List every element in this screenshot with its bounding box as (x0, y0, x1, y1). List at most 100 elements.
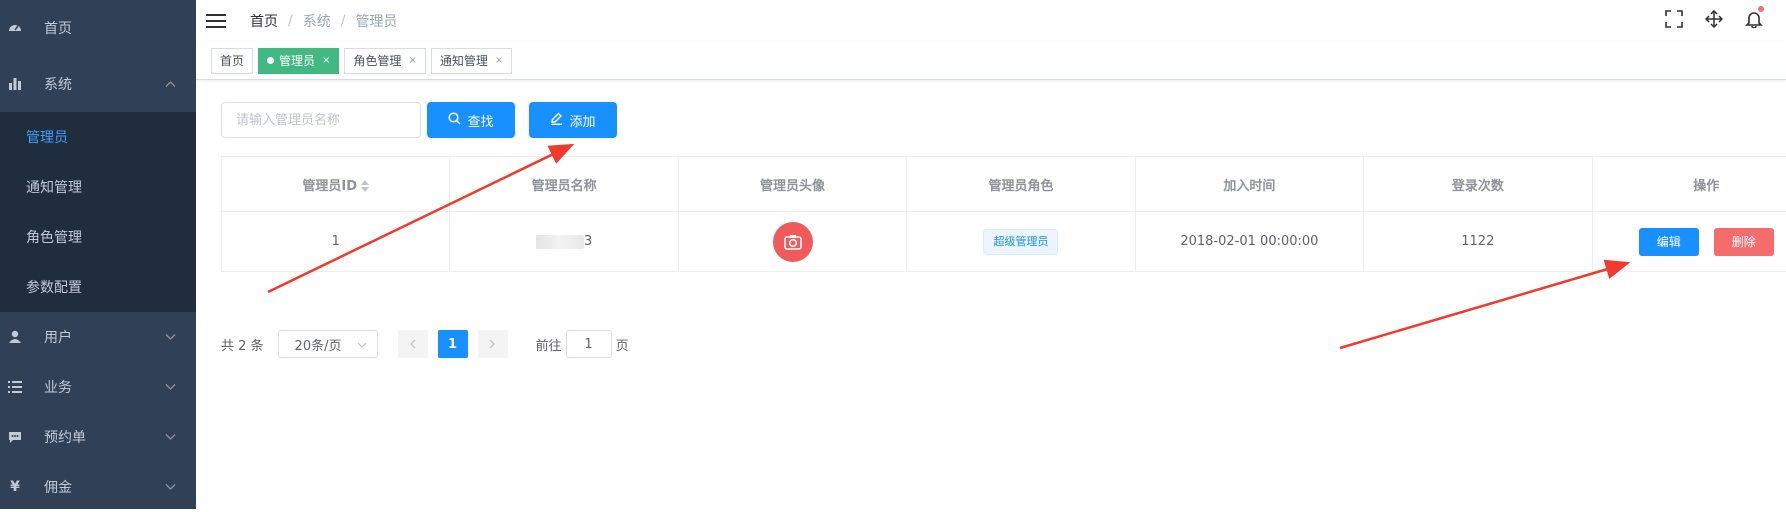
table-header-row: 管理员ID 管理员名称 管理员头像 管理员角色 加入时间 登录次数 操作 (222, 157, 1786, 212)
page-jump: 前往 页 (536, 330, 629, 358)
bar-chart-icon (8, 77, 22, 91)
close-icon[interactable]: × (495, 55, 503, 66)
column-header-avatar: 管理员头像 (678, 157, 906, 212)
goto-page-input[interactable] (566, 330, 612, 358)
sidebar-subitem-notice[interactable]: 通知管理 (0, 162, 196, 212)
cell-actions: 编辑 删除 (1592, 212, 1786, 272)
filter-bar: 查找 添加 (221, 102, 1761, 138)
active-dot (267, 57, 274, 64)
search-icon (448, 112, 461, 129)
bell-icon[interactable] (1744, 9, 1764, 29)
user-icon (8, 330, 22, 344)
chevron-down-icon (165, 431, 176, 444)
column-header-name: 管理员名称 (450, 157, 678, 212)
system-submenu: 管理员 通知管理 角色管理 参数配置 (0, 112, 196, 312)
sidebar-item-user[interactable]: 用户 (0, 312, 196, 362)
admin-table: 管理员ID 管理员名称 管理员头像 管理员角色 加入时间 登录次数 操作 1 3 (221, 156, 1786, 272)
sidebar-item-label: 系统 (44, 74, 72, 94)
notification-dot (1758, 6, 1764, 12)
chevron-down-icon (357, 337, 367, 352)
sidebar-item-label: 预约单 (44, 427, 86, 447)
breadcrumb-separator: / (341, 13, 346, 29)
delete-button[interactable]: 删除 (1714, 228, 1774, 256)
next-page-button[interactable] (478, 330, 508, 358)
navbar-actions (1664, 9, 1764, 29)
sidebar-subitem-roles[interactable]: 角色管理 (0, 212, 196, 262)
column-header-joined: 加入时间 (1135, 157, 1363, 212)
goto-suffix: 页 (616, 335, 629, 354)
breadcrumb-item: 系统 (303, 11, 331, 31)
sidebar-subitem-params[interactable]: 参数配置 (0, 262, 196, 312)
breadcrumb-item[interactable]: 首页 (250, 11, 278, 31)
name-suffix: 3 (584, 234, 592, 249)
tag-label: 通知管理 (440, 52, 488, 69)
cell-name: 3 (450, 212, 678, 272)
tag-label: 管理员 (279, 52, 315, 69)
edit-pen-icon (550, 112, 563, 129)
prev-page-button[interactable] (398, 330, 428, 358)
cell-avatar (678, 212, 906, 272)
tag-roles[interactable]: 角色管理 × (344, 48, 425, 74)
column-header-actions: 操作 (1592, 157, 1786, 212)
page-content: 查找 添加 管理员ID 管理员名称 管理员头像 管理员角色 加入时间 登录次数 … (196, 80, 1786, 380)
sort-caret-icon[interactable] (361, 180, 369, 192)
close-icon[interactable]: × (322, 55, 330, 66)
goto-prefix: 前往 (536, 335, 562, 354)
redacted-name (536, 235, 584, 249)
hamburger-icon[interactable] (206, 13, 228, 29)
chevron-down-icon (165, 381, 176, 394)
chevron-down-icon (165, 331, 176, 344)
edit-button[interactable]: 编辑 (1639, 228, 1699, 256)
drag-move-icon[interactable] (1704, 9, 1724, 29)
admin-name-search-input[interactable] (221, 102, 421, 138)
sidebar-item-system[interactable]: 系统 (0, 56, 196, 112)
list-icon (8, 380, 22, 394)
sidebar-item-label: 业务 (44, 377, 72, 397)
camera-icon (783, 232, 803, 252)
tag-admin[interactable]: 管理员 × (258, 48, 339, 74)
tag-label: 首页 (220, 52, 244, 69)
pagination-total: 共 2 条 (221, 335, 264, 354)
column-header-role: 管理员角色 (907, 157, 1135, 212)
sidebar-item-commission[interactable]: ¥ 佣金 (0, 462, 196, 512)
tag-home[interactable]: 首页 (211, 48, 253, 74)
column-header-id[interactable]: 管理员ID (222, 157, 450, 212)
column-header-logins: 登录次数 (1364, 157, 1592, 212)
breadcrumb: 首页 / 系统 / 管理员 (250, 11, 397, 31)
add-button[interactable]: 添加 (529, 102, 617, 138)
sidebar-item-label: 首页 (44, 18, 72, 38)
breadcrumb-item: 管理员 (355, 11, 397, 31)
tag-label: 角色管理 (353, 52, 401, 69)
page-number-current[interactable]: 1 (438, 330, 468, 358)
chevron-up-icon (165, 78, 176, 91)
cell-id: 1 (222, 212, 450, 272)
tag-notice[interactable]: 通知管理 × (431, 48, 512, 74)
sidebar-subitem-admin[interactable]: 管理员 (0, 112, 196, 162)
role-badge: 超级管理员 (983, 229, 1058, 255)
close-icon[interactable]: × (408, 55, 416, 66)
tags-view: 首页 管理员 × 角色管理 × 通知管理 × (196, 42, 1786, 80)
sidebar-item-label: 用户 (44, 327, 72, 347)
breadcrumb-separator: / (288, 13, 293, 29)
pagination: 共 2 条 20条/页 1 前往 页 (221, 330, 1761, 358)
sidebar-item-booking[interactable]: 预约单 (0, 412, 196, 462)
search-button[interactable]: 查找 (427, 102, 515, 138)
page-size-value: 20条/页 (295, 335, 342, 354)
main-area: 首页 / 系统 / 管理员 首页 管理员 × (196, 0, 1786, 509)
add-button-label: 添加 (569, 111, 595, 130)
yen-icon: ¥ (8, 480, 22, 494)
chevron-down-icon (165, 481, 176, 494)
fullscreen-icon[interactable] (1664, 9, 1684, 29)
search-button-label: 查找 (467, 111, 493, 130)
navbar: 首页 / 系统 / 管理员 (196, 0, 1786, 42)
message-icon (8, 430, 22, 444)
sidebar: 首页 系统 管理员 通知管理 角色管理 参数配置 用户 业务 (0, 0, 196, 509)
table-row: 1 3 超级管理员 2018-02-01 00:00:00 1122 编辑 删除 (222, 212, 1786, 272)
page-size-select[interactable]: 20条/页 (278, 330, 378, 358)
sidebar-item-business[interactable]: 业务 (0, 362, 196, 412)
dashboard-icon (8, 21, 22, 35)
cell-joined: 2018-02-01 00:00:00 (1135, 212, 1363, 272)
cell-role: 超级管理员 (907, 212, 1135, 272)
avatar (773, 222, 813, 262)
sidebar-item-home[interactable]: 首页 (0, 0, 196, 56)
